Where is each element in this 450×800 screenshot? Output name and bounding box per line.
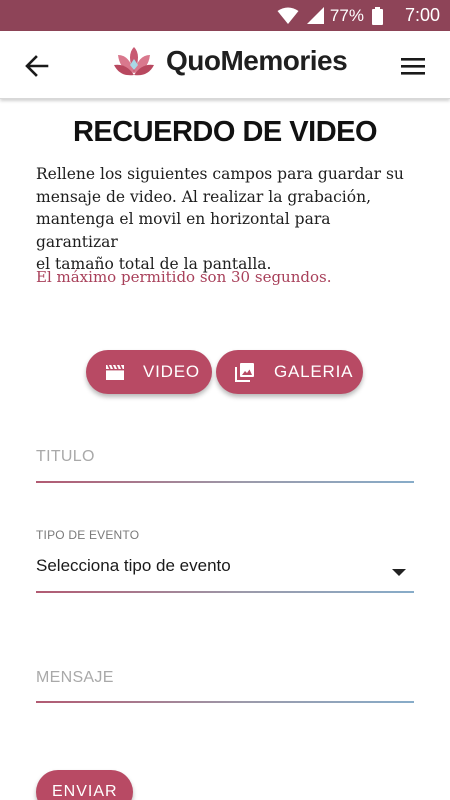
event-type-underline [36, 591, 414, 593]
duration-limit-notice: El máximo permitido son 30 segundos. [36, 268, 332, 286]
message-input-underline [36, 701, 414, 703]
clock: 7:00 [404, 5, 440, 25]
battery-percent: 77% [329, 5, 364, 25]
submit-button-label: ENVIAR [52, 783, 118, 800]
lotus-logo-icon [112, 39, 156, 83]
intro-line: Rellene los siguientes campos para guard… [36, 165, 404, 183]
battery-icon [371, 6, 383, 25]
gallery-button-label: GALERIA [274, 362, 354, 381]
submit-button[interactable]: ENVIAR [36, 770, 133, 800]
video-button-label: VIDEO [143, 362, 200, 381]
gallery-icon [234, 361, 256, 383]
back-arrow-icon[interactable] [22, 51, 52, 81]
video-button[interactable]: VIDEO [86, 350, 212, 394]
wifi-icon [277, 7, 299, 25]
intro-text: Rellene los siguientes campos para guard… [36, 163, 416, 276]
dropdown-arrow-icon[interactable] [392, 564, 406, 576]
page-title: RECUERDO DE VIDEO [72, 116, 378, 148]
movie-icon [104, 361, 126, 383]
hamburger-menu-icon[interactable] [398, 52, 428, 80]
status-bar: 77% 7:00 [0, 0, 450, 31]
event-type-selected-value: Selecciona tipo de evento [36, 556, 231, 575]
app-brand-title: QuoMemories [166, 45, 348, 76]
intro-line: mantenga el movil en horizontal para gar… [36, 210, 331, 251]
title-input-underline [36, 481, 414, 483]
title-input[interactable]: TITULO [36, 448, 95, 466]
signal-icon [306, 7, 324, 24]
intro-line: mensaje de video. Al realizar la grabaci… [36, 187, 371, 206]
event-type-caption: TIPO DE EVENTO [36, 528, 140, 542]
gallery-button[interactable]: GALERIA [216, 350, 363, 394]
message-input[interactable]: MENSAJE [36, 669, 114, 687]
app-bar: QuoMemories [0, 31, 450, 99]
